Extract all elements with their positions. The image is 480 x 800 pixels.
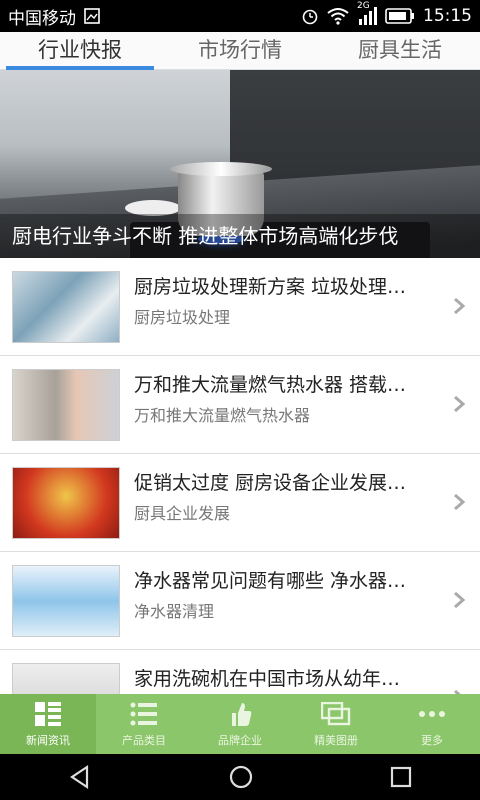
item-subtitle: 净水器清理 (134, 602, 215, 621)
item-title: 厨房垃圾处理新方案 垃圾处理… (134, 276, 407, 298)
thumbnail-image (12, 369, 120, 441)
nav-label: 新闻资讯 (26, 734, 70, 747)
thumbnail-image (12, 271, 120, 343)
list-icon (129, 700, 159, 728)
nav-products[interactable]: 产品类目 (96, 694, 192, 754)
list-item[interactable]: 家用洗碗机在中国市场从幼年… (0, 650, 480, 694)
nav-more[interactable]: 更多 (384, 694, 480, 754)
tab-industry-news[interactable]: 行业快报 (0, 32, 160, 70)
news-list: 厨房垃圾处理新方案 垃圾处理… 厨房垃圾处理 万和推大流量燃气热水器 搭载… 万… (0, 258, 480, 694)
home-icon[interactable] (228, 764, 254, 790)
more-icon (417, 700, 447, 728)
system-nav-bar (0, 754, 480, 800)
list-item[interactable]: 厨房垃圾处理新方案 垃圾处理… 厨房垃圾处理 (0, 258, 480, 356)
thumbnail-image (12, 663, 120, 694)
list-item[interactable]: 万和推大流量燃气热水器 搭载… 万和推大流量燃气热水器 (0, 356, 480, 454)
chevron-right-icon (454, 297, 466, 315)
item-subtitle: 万和推大流量燃气热水器 (134, 406, 311, 425)
bottom-nav: 新闻资讯 产品类目 品牌企业 精美图册 更多 (0, 694, 480, 754)
grid-icon (33, 700, 63, 728)
signal-icon: 2G (357, 1, 377, 25)
nav-gallery[interactable]: 精美图册 (288, 694, 384, 754)
category-tabs: 行业快报 市场行情 厨具生活 (0, 32, 480, 70)
list-item[interactable]: 净水器常见问题有哪些 净水器… 净水器清理 (0, 552, 480, 650)
clock-label: 15:15 (423, 6, 472, 26)
alarm-icon (301, 7, 319, 25)
network-type-label: 2G (357, 1, 370, 11)
thumbnail-image (12, 565, 120, 637)
nav-news[interactable]: 新闻资讯 (0, 694, 96, 754)
list-item[interactable]: 促销太过度 厨房设备企业发展… 厨具企业发展 (0, 454, 480, 552)
nav-label: 更多 (421, 734, 443, 747)
nav-label: 品牌企业 (218, 734, 262, 747)
gallery-icon (321, 700, 351, 728)
thumbnail-image (12, 467, 120, 539)
nav-label: 精美图册 (314, 734, 358, 747)
item-subtitle: 厨房垃圾处理 (134, 308, 231, 327)
wifi-icon (327, 7, 349, 25)
image-notification-icon (84, 8, 100, 24)
back-icon[interactable] (67, 764, 93, 790)
chevron-right-icon (454, 395, 466, 413)
item-title: 促销太过度 厨房设备企业发展… (134, 472, 407, 494)
nav-brands[interactable]: 品牌企业 (192, 694, 288, 754)
hero-image-lid (170, 162, 272, 176)
hero-banner[interactable]: 厨电行业争斗不断 推进整体市场高端化步伐 (0, 70, 480, 258)
nav-label: 产品类目 (122, 734, 166, 747)
battery-icon (385, 8, 415, 24)
item-title: 净水器常见问题有哪些 净水器… (134, 570, 407, 592)
chevron-right-icon (454, 493, 466, 511)
recents-icon[interactable] (389, 765, 413, 789)
status-bar: 中国移动 2G 15:15 (0, 0, 480, 32)
item-title: 家用洗碗机在中国市场从幼年… (134, 668, 401, 690)
hero-caption: 厨电行业争斗不断 推进整体市场高端化步伐 (0, 214, 480, 258)
tab-kitchen-life[interactable]: 厨具生活 (320, 32, 480, 69)
item-title: 万和推大流量燃气热水器 搭载… (134, 374, 407, 396)
tab-market-trends[interactable]: 市场行情 (160, 32, 320, 69)
chevron-right-icon (454, 591, 466, 609)
thumbs-up-icon (225, 700, 255, 728)
item-subtitle: 厨具企业发展 (134, 504, 231, 523)
carrier-label: 中国移动 (8, 8, 76, 29)
